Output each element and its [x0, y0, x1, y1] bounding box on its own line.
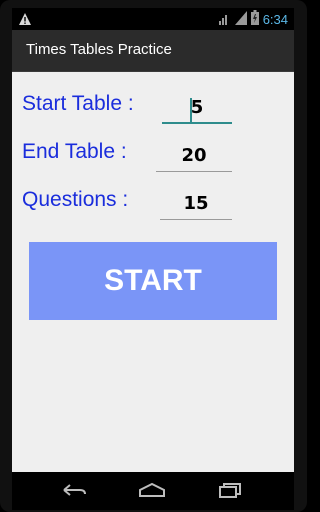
signal-icon — [234, 10, 247, 29]
app-title: Times Tables Practice — [26, 41, 172, 58]
status-bar: 6:34 — [12, 8, 294, 30]
back-icon[interactable] — [58, 480, 90, 500]
start-table-input[interactable]: 5 — [162, 94, 232, 124]
battery-icon — [250, 9, 259, 29]
end-table-label: End Table : — [22, 140, 127, 163]
questions-label: Questions : — [22, 188, 129, 211]
warning-icon — [18, 11, 32, 25]
questions-value: 15 — [183, 193, 209, 214]
questions-input[interactable]: 15 — [160, 190, 232, 220]
start-table-label: Start Table : — [22, 92, 134, 115]
start-button[interactable]: START — [29, 242, 277, 320]
navigation-bar — [12, 472, 294, 510]
text-cursor — [190, 98, 192, 122]
wifi-icon — [218, 10, 231, 29]
status-time: 6:34 — [262, 11, 288, 27]
home-icon[interactable] — [136, 480, 168, 500]
action-bar: Times Tables Practice — [12, 30, 294, 72]
start-table-value: 5 — [190, 97, 204, 118]
main-content: Start Table : 5 End Table : 20 Questions… — [12, 72, 294, 472]
end-table-value: 20 — [181, 145, 207, 166]
recent-apps-icon[interactable] — [214, 480, 246, 500]
end-table-input[interactable]: 20 — [156, 142, 232, 172]
